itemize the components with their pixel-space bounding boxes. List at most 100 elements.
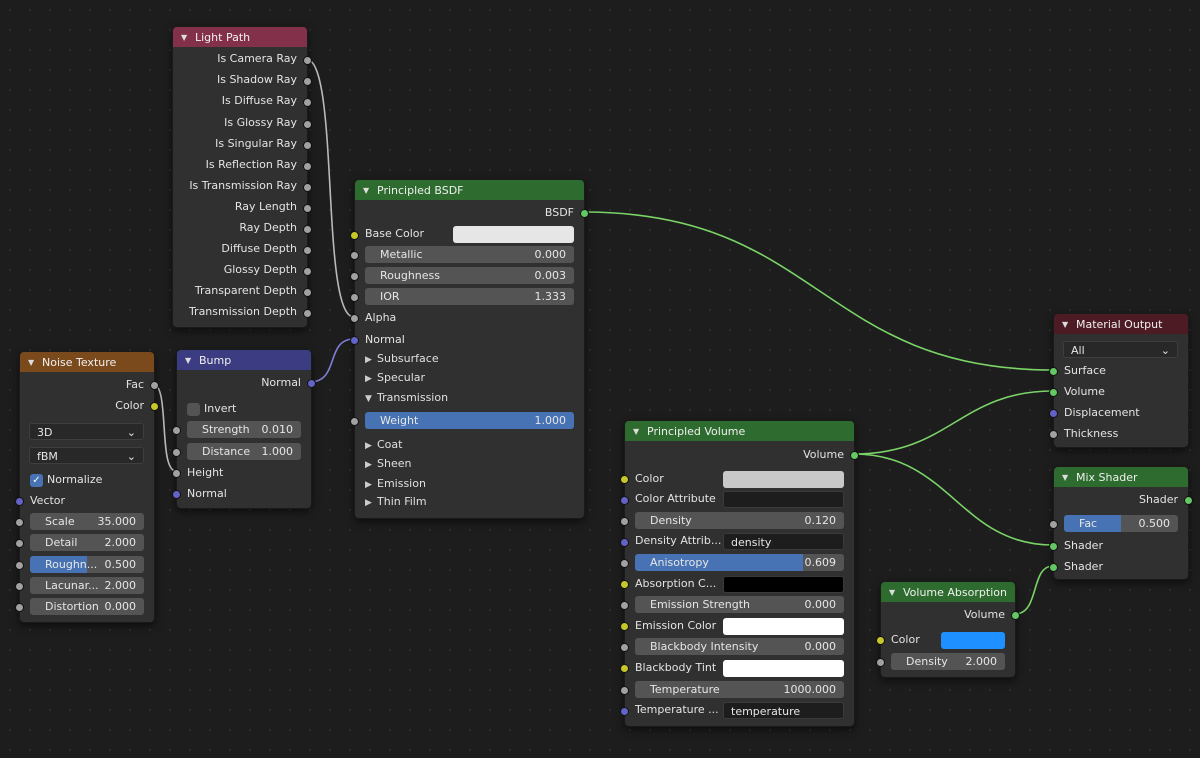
- emission-color-socket[interactable]: [620, 622, 629, 631]
- blackbody-intensity-socket[interactable]: [620, 643, 629, 652]
- fac-socket[interactable]: [1049, 520, 1058, 529]
- surface-socket[interactable]: [1049, 367, 1058, 376]
- color-socket[interactable]: [876, 636, 885, 645]
- shader-input-1-socket[interactable]: [1049, 542, 1058, 551]
- displacement-socket[interactable]: [1049, 409, 1058, 418]
- emission-color-swatch[interactable]: [723, 618, 844, 635]
- bump-node[interactable]: ▼ Bump Normal Invert Strength 0.010 Dista…: [172, 349, 316, 509]
- detail-socket[interactable]: [15, 539, 24, 548]
- subsurface-panel[interactable]: ▶ Subsurface: [365, 349, 439, 369]
- output-socket[interactable]: [303, 183, 312, 192]
- shader-output-socket[interactable]: [1184, 496, 1193, 505]
- density-field[interactable]: Density 2.000: [891, 653, 1005, 670]
- blackbody-tint-swatch[interactable]: [723, 660, 844, 677]
- alpha-socket[interactable]: [350, 314, 359, 323]
- color-output-socket[interactable]: [150, 402, 159, 411]
- vector-socket[interactable]: [15, 497, 24, 506]
- invert-checkbox[interactable]: [187, 403, 200, 416]
- distortion-socket[interactable]: [15, 603, 24, 612]
- light-path-node[interactable]: ▼ Light Path Is Camera Ray Is Shadow Ray…: [172, 26, 312, 328]
- distance-field[interactable]: Distance 1.000: [187, 443, 301, 460]
- temperature-field[interactable]: Temperature 1000.000: [635, 681, 844, 698]
- emission-strength-socket[interactable]: [620, 601, 629, 610]
- lacunarity-field[interactable]: Lacunar... 2.000: [30, 577, 144, 594]
- absorption-color-swatch[interactable]: [723, 576, 844, 593]
- scale-socket[interactable]: [15, 518, 24, 527]
- ior-field[interactable]: IOR 1.333: [365, 288, 574, 305]
- output-socket[interactable]: [303, 77, 312, 86]
- volume-output-socket[interactable]: [850, 451, 859, 460]
- output-socket[interactable]: [303, 267, 312, 276]
- blackbody-intensity-field[interactable]: Blackbody Intensity 0.000: [635, 638, 844, 655]
- absorption-color-socket[interactable]: [620, 580, 629, 589]
- chevron-down-icon[interactable]: ▼: [181, 33, 191, 42]
- node-header[interactable]: ▼ Bump: [177, 350, 311, 370]
- color-swatch[interactable]: [941, 632, 1005, 649]
- node-header[interactable]: ▼ Light Path: [173, 27, 307, 47]
- transmission-weight-field[interactable]: Weight 1.000: [365, 412, 574, 429]
- thickness-socket[interactable]: [1049, 430, 1058, 439]
- node-header[interactable]: ▼ Principled BSDF: [355, 180, 584, 200]
- output-socket[interactable]: [303, 56, 312, 65]
- normal-socket[interactable]: [350, 336, 359, 345]
- output-socket[interactable]: [303, 162, 312, 171]
- output-socket[interactable]: [303, 141, 312, 150]
- blackbody-tint-socket[interactable]: [620, 664, 629, 673]
- ior-socket[interactable]: [350, 293, 359, 302]
- roughness-socket[interactable]: [15, 561, 24, 570]
- specular-panel[interactable]: ▶ Specular: [365, 368, 425, 388]
- noise-texture-node[interactable]: ▼ Noise Texture Fac Color 3D ⌄ fBM ⌄ ✓ Nor…: [15, 351, 159, 623]
- fac-output-socket[interactable]: [150, 381, 159, 390]
- principled-bsdf-node[interactable]: ▼ Principled BSDF BSDF Base Color Metall…: [350, 179, 589, 519]
- output-socket[interactable]: [303, 98, 312, 107]
- base-color-swatch[interactable]: [453, 226, 574, 243]
- density-socket[interactable]: [876, 658, 885, 667]
- roughness-socket[interactable]: [350, 272, 359, 281]
- normalize-checkbox[interactable]: ✓: [30, 474, 43, 487]
- strength-field[interactable]: Strength 0.010: [187, 421, 301, 438]
- chevron-down-icon[interactable]: ▼: [1062, 320, 1072, 329]
- chevron-down-icon[interactable]: ▼: [28, 358, 38, 367]
- dimensions-dropdown[interactable]: 3D ⌄: [29, 423, 144, 440]
- emission-panel[interactable]: ▶ Emission: [365, 474, 426, 494]
- shader-input-2-socket[interactable]: [1049, 563, 1058, 572]
- chevron-down-icon[interactable]: ▼: [363, 186, 373, 195]
- normal-output-socket[interactable]: [307, 379, 316, 388]
- anisotropy-field[interactable]: Anisotropy 0.609: [635, 554, 844, 571]
- node-header[interactable]: ▼ Volume Absorption: [881, 582, 1015, 602]
- node-header[interactable]: ▼ Material Output: [1054, 314, 1188, 334]
- node-header[interactable]: ▼ Noise Texture: [20, 352, 154, 372]
- chevron-down-icon[interactable]: ▼: [633, 427, 643, 436]
- color-socket[interactable]: [620, 475, 629, 484]
- node-header[interactable]: ▼ Mix Shader: [1054, 467, 1188, 487]
- output-socket[interactable]: [303, 309, 312, 318]
- material-output-node[interactable]: ▼ Material Output All ⌄ Surface Volume Di…: [1049, 313, 1189, 448]
- principled-volume-node[interactable]: ▼ Principled Volume Volume Color Color A…: [620, 420, 859, 727]
- anisotropy-socket[interactable]: [620, 559, 629, 568]
- density-attribute-socket[interactable]: [620, 538, 629, 547]
- mix-shader-node[interactable]: ▼ Mix Shader Shader Fac 0.500 Shader Shad…: [1049, 466, 1193, 580]
- chevron-down-icon[interactable]: ▼: [185, 356, 195, 365]
- distance-socket[interactable]: [172, 448, 181, 457]
- color-swatch[interactable]: [723, 471, 844, 488]
- volume-absorption-node[interactable]: ▼ Volume Absorption Volume Color Density…: [876, 581, 1020, 678]
- output-socket[interactable]: [303, 288, 312, 297]
- base-color-socket[interactable]: [350, 231, 359, 240]
- roughness-field[interactable]: Roughness 0.003: [365, 267, 574, 284]
- thin-film-panel[interactable]: ▶ Thin Film: [365, 492, 427, 512]
- density-attribute-input[interactable]: density: [723, 533, 844, 550]
- chevron-down-icon[interactable]: ▼: [1062, 473, 1072, 482]
- noise-type-dropdown[interactable]: fBM ⌄: [29, 447, 144, 464]
- bsdf-output-socket[interactable]: [580, 209, 589, 218]
- density-field[interactable]: Density 0.120: [635, 512, 844, 529]
- volume-socket[interactable]: [1049, 388, 1058, 397]
- color-attribute-socket[interactable]: [620, 496, 629, 505]
- density-socket[interactable]: [620, 517, 629, 526]
- scale-field[interactable]: Scale 35.000: [30, 513, 144, 530]
- output-socket[interactable]: [303, 120, 312, 129]
- weight-socket[interactable]: [350, 417, 359, 426]
- output-socket[interactable]: [303, 246, 312, 255]
- volume-output-socket[interactable]: [1011, 611, 1020, 620]
- chevron-down-icon[interactable]: ▼: [889, 588, 899, 597]
- output-socket[interactable]: [303, 204, 312, 213]
